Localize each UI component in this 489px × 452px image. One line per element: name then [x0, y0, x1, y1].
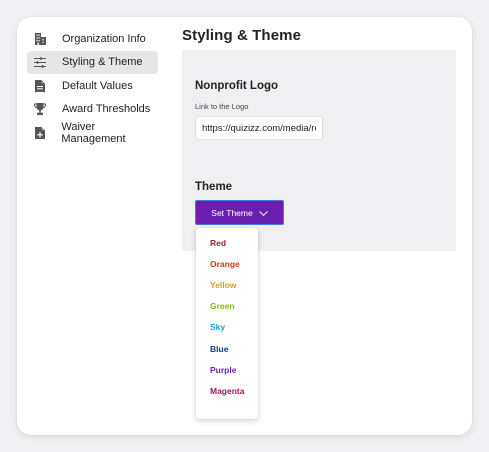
theme-dropdown-menu: Red Orange Yellow Green Sky Blue Purple … [196, 228, 258, 419]
theme-option-purple[interactable]: Purple [210, 365, 236, 375]
trophy-icon [33, 102, 47, 116]
logo-url-input[interactable] [195, 116, 323, 140]
sidebar-item-waiver-management[interactable]: Waiver Management [27, 120, 158, 145]
set-theme-label: Set Theme [211, 207, 253, 218]
sidebar-item-label: Default Values [62, 79, 133, 92]
sidebar-item-default-values[interactable]: Default Values [27, 74, 158, 97]
document-icon [33, 79, 47, 93]
chevron-down-icon [258, 208, 268, 218]
sidebar-item-award-thresholds[interactable]: Award Thresholds [27, 98, 158, 121]
settings-panel: Nonprofit Logo Link to the Logo Theme Se… [182, 50, 456, 251]
building-icon [33, 32, 47, 46]
sidebar-item-label: Waiver Management [61, 120, 126, 145]
theme-option-green[interactable]: Green [210, 301, 235, 311]
theme-option-red[interactable]: Red [210, 238, 226, 248]
sidebar-item-styling-theme[interactable]: Styling & Theme [27, 50, 158, 74]
theme-option-orange[interactable]: Orange [210, 259, 240, 269]
logo-link-label: Link to the Logo [195, 102, 249, 111]
theme-option-sky[interactable]: Sky [210, 322, 225, 332]
document-plus-icon [33, 126, 46, 140]
theme-section-title: Theme [195, 181, 233, 193]
theme-option-yellow[interactable]: Yellow [210, 280, 236, 290]
theme-option-magenta[interactable]: Magenta [210, 386, 244, 396]
logo-section-title: Nonprofit Logo [195, 80, 279, 92]
page-title: Styling & Theme [182, 27, 302, 44]
set-theme-button[interactable]: Set Theme [195, 200, 284, 225]
settings-window: Organization Info Styling & Theme Defaul… [17, 17, 472, 435]
sidebar: Organization Info Styling & Theme Defaul… [27, 27, 158, 145]
sidebar-item-label: Styling & Theme [62, 56, 143, 68]
sliders-icon [33, 55, 47, 69]
sidebar-item-organization-info[interactable]: Organization Info [27, 27, 158, 50]
sidebar-item-label: Award Thresholds [62, 103, 151, 115]
theme-option-blue[interactable]: Blue [210, 344, 228, 354]
sidebar-item-label: Organization Info [62, 32, 146, 45]
